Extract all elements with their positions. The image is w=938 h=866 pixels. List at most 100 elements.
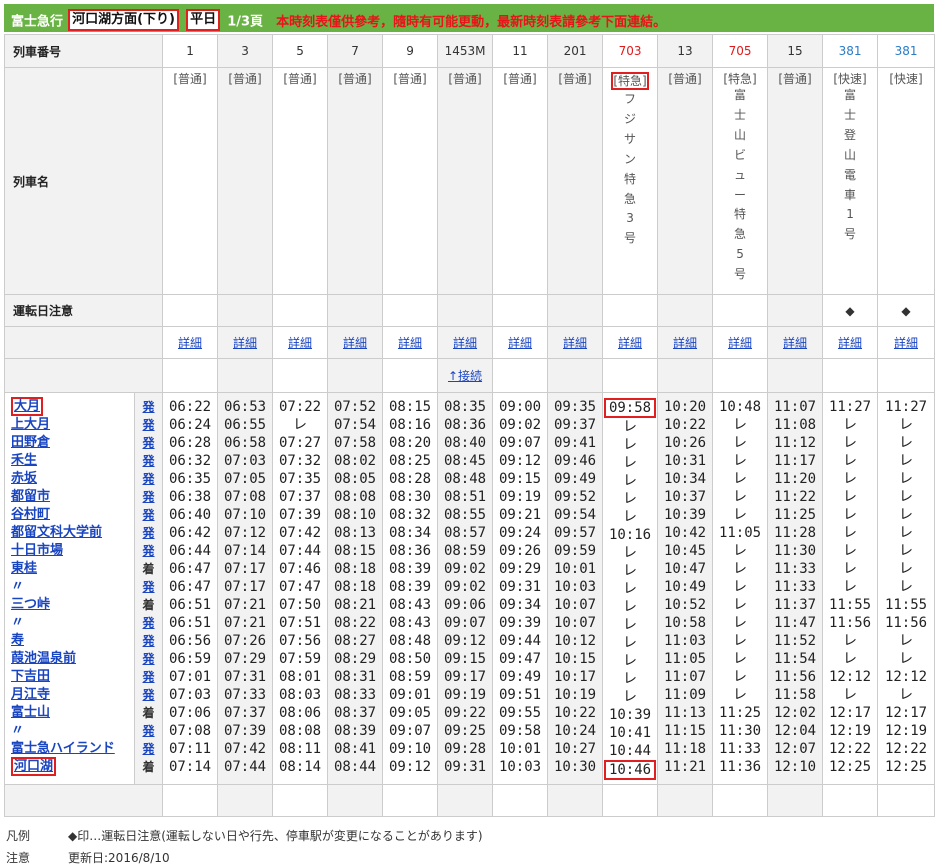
time-value: 08:08 [333, 489, 377, 505]
departure-marker[interactable]: 発 [143, 580, 155, 594]
departure-marker[interactable]: 発 [143, 436, 155, 450]
detail-link[interactable]: 詳細 [563, 336, 587, 350]
train-number: 381 [838, 44, 862, 58]
time-value: 10:01 [553, 561, 597, 577]
time-cell: レ [714, 416, 767, 434]
connection-link[interactable]: ↑接続 [448, 369, 482, 383]
time-cell: レ [714, 668, 767, 686]
time-value: 08:11 [278, 741, 322, 757]
departure-marker[interactable]: 発 [143, 688, 155, 702]
departure-marker[interactable]: 発 [143, 634, 155, 648]
time-cell: レ [824, 524, 877, 542]
departure-marker[interactable]: 発 [143, 490, 155, 504]
detail-link[interactable]: 詳細 [288, 336, 312, 350]
station-link[interactable]: 月江寺 [11, 687, 50, 702]
train-type-badge: [快速] [889, 72, 923, 86]
train-number: 1 [186, 44, 194, 58]
dep-arr-row: 発 [136, 452, 162, 470]
time-cell: レ [714, 614, 767, 632]
departure-marker[interactable]: 発 [143, 526, 155, 540]
time-cell: 06:22 [164, 398, 217, 416]
departure-marker[interactable]: 発 [143, 418, 155, 432]
time-cell: 08:13 [329, 524, 382, 542]
station-link[interactable]: 葭池温泉前 [11, 651, 76, 666]
departure-marker[interactable]: 発 [143, 400, 155, 414]
pass-mark: レ [733, 687, 748, 703]
station-link[interactable]: 東桂 [11, 561, 37, 576]
time-cell: 09:02 [439, 578, 492, 596]
train-number-row: 列車番号 1 3 5 7 9 1453M 11 201 703 13 705 15 381 381 [3, 34, 936, 68]
connection-cell [767, 358, 824, 393]
time-value: 10:19 [553, 687, 597, 703]
station-link[interactable]: 三つ峠 [11, 597, 50, 612]
station-link[interactable]: 富士山 [11, 705, 50, 720]
departure-marker[interactable]: 発 [143, 652, 155, 666]
time-cell: 09:06 [439, 596, 492, 614]
pass-mark: レ [843, 687, 858, 703]
time-cell: 07:03 [219, 452, 272, 470]
station-link[interactable]: 大月 [11, 397, 44, 416]
time-cell: 10:16 [604, 526, 657, 544]
pass-mark: レ [623, 419, 638, 435]
station-link[interactable]: 赤坂 [11, 471, 37, 486]
departure-marker[interactable]: 発 [143, 616, 155, 630]
pass-mark: レ [623, 581, 638, 597]
station-row: 都留市 [11, 488, 134, 506]
station-link[interactable]: 河口湖 [11, 757, 57, 776]
detail-link[interactable]: 詳細 [453, 336, 477, 350]
detail-link[interactable]: 詳細 [894, 336, 918, 350]
departure-marker[interactable]: 発 [143, 544, 155, 558]
departure-marker[interactable]: 発 [143, 742, 155, 756]
pass-mark: レ [843, 417, 858, 433]
departure-marker[interactable]: 発 [143, 670, 155, 684]
station-link[interactable]: 十日市場 [11, 543, 63, 558]
station-link[interactable]: 谷村町 [11, 507, 50, 522]
station-link[interactable]: 寿 [11, 633, 24, 648]
time-value: 11:15 [663, 723, 707, 739]
station-link[interactable]: 田野倉 [11, 435, 50, 450]
time-value: 08:18 [333, 579, 377, 595]
time-value: 09:39 [498, 615, 542, 631]
operation-note-cell [602, 294, 659, 327]
train-name-cell: [普通] [437, 67, 494, 295]
time-value: 10:44 [608, 743, 652, 759]
time-cell: レ [274, 416, 327, 434]
time-value: 07:44 [278, 543, 322, 559]
detail-link[interactable]: 詳細 [838, 336, 862, 350]
departure-marker[interactable]: 発 [143, 472, 155, 486]
detail-link[interactable]: 詳細 [618, 336, 642, 350]
detail-link[interactable]: 詳細 [343, 336, 367, 350]
dep-arr-row: 発 [136, 416, 162, 434]
detail-link[interactable]: 詳細 [783, 336, 807, 350]
detail-link[interactable]: 詳細 [508, 336, 532, 350]
train-type-badge: [普通] [448, 72, 482, 86]
time-value: 08:10 [333, 507, 377, 523]
time-value: 10:24 [553, 723, 597, 739]
times-row: 大月 上大月 田野倉 禾生 赤坂 都留市 谷村町 都留文科大学前 十日市場 東桂〃三つ峠〃寿葭池温… [4, 392, 936, 785]
daytype-label: 平日 [186, 9, 221, 31]
station-link[interactable]: 富士急ハイランド [11, 741, 115, 756]
departure-marker[interactable]: 発 [143, 454, 155, 468]
time-cell: 07:37 [274, 488, 327, 506]
detail-link[interactable]: 詳細 [673, 336, 697, 350]
station-link[interactable]: 都留文科大学前 [11, 525, 102, 540]
time-cell: レ [714, 506, 767, 524]
train-number-cell: 3 [217, 34, 274, 68]
station-link[interactable]: 禾生 [11, 453, 37, 468]
departure-marker[interactable]: 発 [143, 724, 155, 738]
time-cell: 12:25 [879, 758, 934, 776]
departure-marker[interactable]: 発 [143, 508, 155, 522]
station-link[interactable]: 都留市 [11, 489, 50, 504]
station-row: 田野倉 [11, 434, 134, 452]
detail-link[interactable]: 詳細 [728, 336, 752, 350]
detail-link[interactable]: 詳細 [233, 336, 257, 350]
time-cell: 07:37 [219, 704, 272, 722]
time-cell: 06:59 [164, 650, 217, 668]
detail-link[interactable]: 詳細 [398, 336, 422, 350]
time-cell: 08:59 [439, 542, 492, 560]
station-link[interactable]: 上大月 [11, 417, 50, 432]
connection-row-label [3, 358, 164, 393]
detail-link[interactable]: 詳細 [178, 336, 202, 350]
station-link[interactable]: 下吉田 [11, 669, 50, 684]
train-type-badge: [普通] [503, 72, 537, 86]
